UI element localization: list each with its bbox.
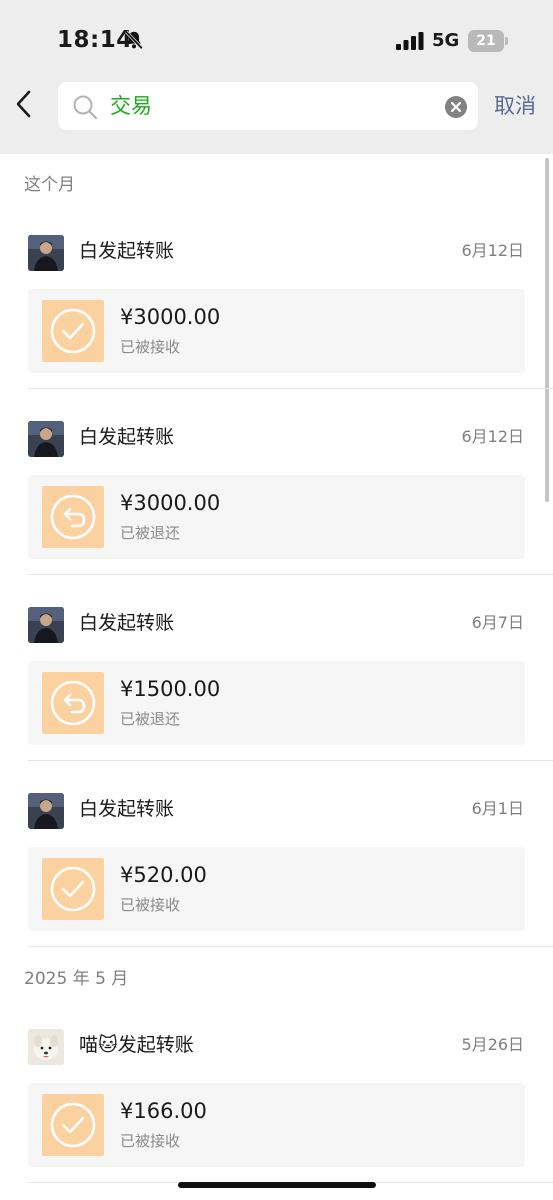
transaction-date: 6月12日 xyxy=(461,427,524,446)
transfer-amount: ¥1500.00 xyxy=(120,677,221,701)
transfer-amount: ¥3000.00 xyxy=(120,305,221,329)
sender-name: 白发起转账 xyxy=(79,240,175,262)
return-arrow-icon xyxy=(42,672,104,734)
transaction-date: 6月12日 xyxy=(461,241,524,260)
transfer-amount: ¥3000.00 xyxy=(120,491,221,515)
divider xyxy=(28,388,553,389)
transaction-date: 6月7日 xyxy=(471,613,524,632)
transaction-date: 6月1日 xyxy=(471,799,524,818)
status-time: 18:14 xyxy=(57,27,133,53)
network-label: 5G xyxy=(432,30,460,51)
transfer-box[interactable]: ¥3000.00 已被接收 xyxy=(28,289,525,373)
transfer-amount: ¥520.00 xyxy=(120,863,207,887)
sender-name: 白发起转账 xyxy=(79,612,175,634)
search-icon xyxy=(73,95,98,120)
transaction-item[interactable]: 白发起转账 6月12日 ¥3000.00 已被退还 xyxy=(28,417,553,603)
home-indicator[interactable] xyxy=(178,1182,376,1188)
avatar xyxy=(28,793,64,829)
transfer-status: 已被退还 xyxy=(120,524,181,542)
transfer-amount: ¥166.00 xyxy=(120,1099,207,1123)
signal-icon xyxy=(396,32,424,50)
sender-name: 白发起转账 xyxy=(79,798,175,820)
search-input[interactable]: 交易 xyxy=(58,82,478,130)
bell-muted-icon xyxy=(125,30,143,50)
transfer-status: 已被接收 xyxy=(120,338,181,356)
transaction-item[interactable]: 白发起转账 6月12日 ¥3000.00 已被接收 xyxy=(28,231,553,417)
sender-name: 喵🐱发起转账 xyxy=(79,1034,194,1056)
divider xyxy=(28,946,553,947)
transaction-date: 5月26日 xyxy=(461,1035,524,1054)
transaction-item[interactable]: 白发起转账 6月7日 ¥1500.00 已被退还 xyxy=(28,603,553,789)
status-bar: 18:14 5G 21 xyxy=(0,0,553,80)
divider xyxy=(28,760,553,761)
transaction-item[interactable]: 白发起转账 6月1日 ¥520.00 已被接收 xyxy=(28,789,553,975)
transfer-box[interactable]: ¥1500.00 已被退还 xyxy=(28,661,525,745)
check-circle-icon xyxy=(42,300,104,362)
transfer-status: 已被接收 xyxy=(120,1132,181,1150)
check-circle-icon xyxy=(42,858,104,920)
top-bar: 18:14 5G 21 交易 取消 xyxy=(0,0,553,154)
battery-level: 21 xyxy=(476,33,496,49)
avatar xyxy=(28,607,64,643)
transaction-item[interactable]: 喵🐱发起转账 5月26日 ¥166.00 已被接收 xyxy=(28,1025,553,1200)
battery-icon: 21 xyxy=(468,30,508,52)
avatar xyxy=(28,421,64,457)
back-chevron-icon[interactable] xyxy=(10,88,38,120)
avatar xyxy=(28,235,64,271)
transfer-box[interactable]: ¥520.00 已被接收 xyxy=(28,847,525,931)
return-arrow-icon xyxy=(42,486,104,548)
clear-icon[interactable] xyxy=(444,95,468,119)
divider xyxy=(28,574,553,575)
transfer-status: 已被接收 xyxy=(120,896,181,914)
section-header: 这个月 xyxy=(24,175,75,195)
transfer-box[interactable]: ¥3000.00 已被退还 xyxy=(28,475,525,559)
cancel-button[interactable]: 取消 xyxy=(494,92,536,120)
sender-name: 白发起转账 xyxy=(79,426,175,448)
transfer-status: 已被退还 xyxy=(120,710,181,728)
section-header: 2025 年 5 月 xyxy=(24,969,129,989)
transfer-box[interactable]: ¥166.00 已被接收 xyxy=(28,1083,525,1167)
avatar xyxy=(28,1029,64,1065)
search-query[interactable]: 交易 xyxy=(110,92,152,120)
check-circle-icon xyxy=(42,1094,104,1156)
